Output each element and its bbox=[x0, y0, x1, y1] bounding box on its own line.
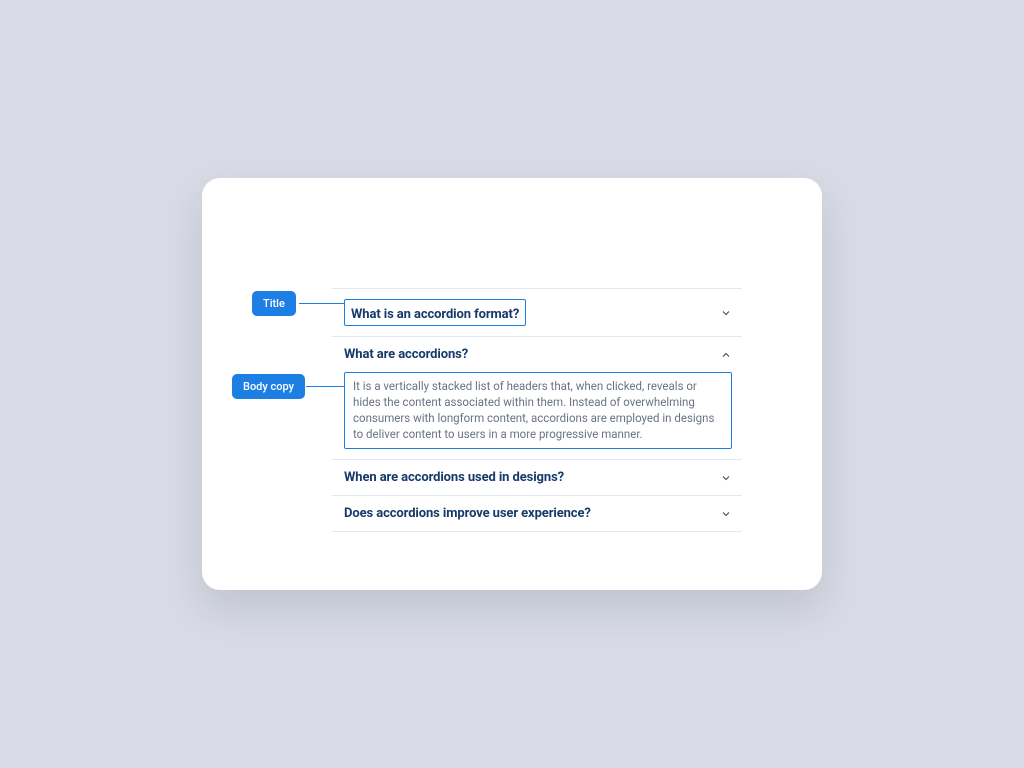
accordion-body-highlight: It is a vertically stacked list of heade… bbox=[344, 372, 732, 449]
chevron-down-icon bbox=[720, 508, 732, 520]
accordion-header[interactable]: When are accordions used in designs? bbox=[344, 470, 732, 485]
accordion-header[interactable]: What is an accordion format? bbox=[344, 299, 732, 326]
accordion-item: What is an accordion format? bbox=[332, 288, 742, 336]
accordion-title: What is an accordion format? bbox=[351, 307, 519, 322]
accordion-header[interactable]: Does accordions improve user experience? bbox=[344, 506, 732, 521]
chevron-down-icon bbox=[720, 472, 732, 484]
annotation-body-tag: Body copy bbox=[232, 374, 305, 399]
accordion-header[interactable]: What are accordions? bbox=[344, 347, 732, 362]
accordion: What is an accordion format? What are ac… bbox=[332, 288, 742, 532]
accordion-title: Does accordions improve user experience? bbox=[344, 506, 591, 521]
accordion-item: Does accordions improve user experience? bbox=[332, 495, 742, 532]
accordion-body: It is a vertically stacked list of heade… bbox=[353, 379, 714, 441]
accordion-item: What are accordions? It is a vertically … bbox=[332, 336, 742, 459]
chevron-down-icon bbox=[720, 307, 732, 319]
annotation-title-tag: Title bbox=[252, 291, 296, 316]
accordion-title: When are accordions used in designs? bbox=[344, 470, 564, 485]
accordion-title-highlight: What is an accordion format? bbox=[344, 299, 526, 326]
chevron-up-icon bbox=[720, 349, 732, 361]
accordion-item: When are accordions used in designs? bbox=[332, 459, 742, 495]
accordion-title: What are accordions? bbox=[344, 347, 468, 362]
example-card: Title Body copy What is an accordion for… bbox=[202, 178, 822, 590]
